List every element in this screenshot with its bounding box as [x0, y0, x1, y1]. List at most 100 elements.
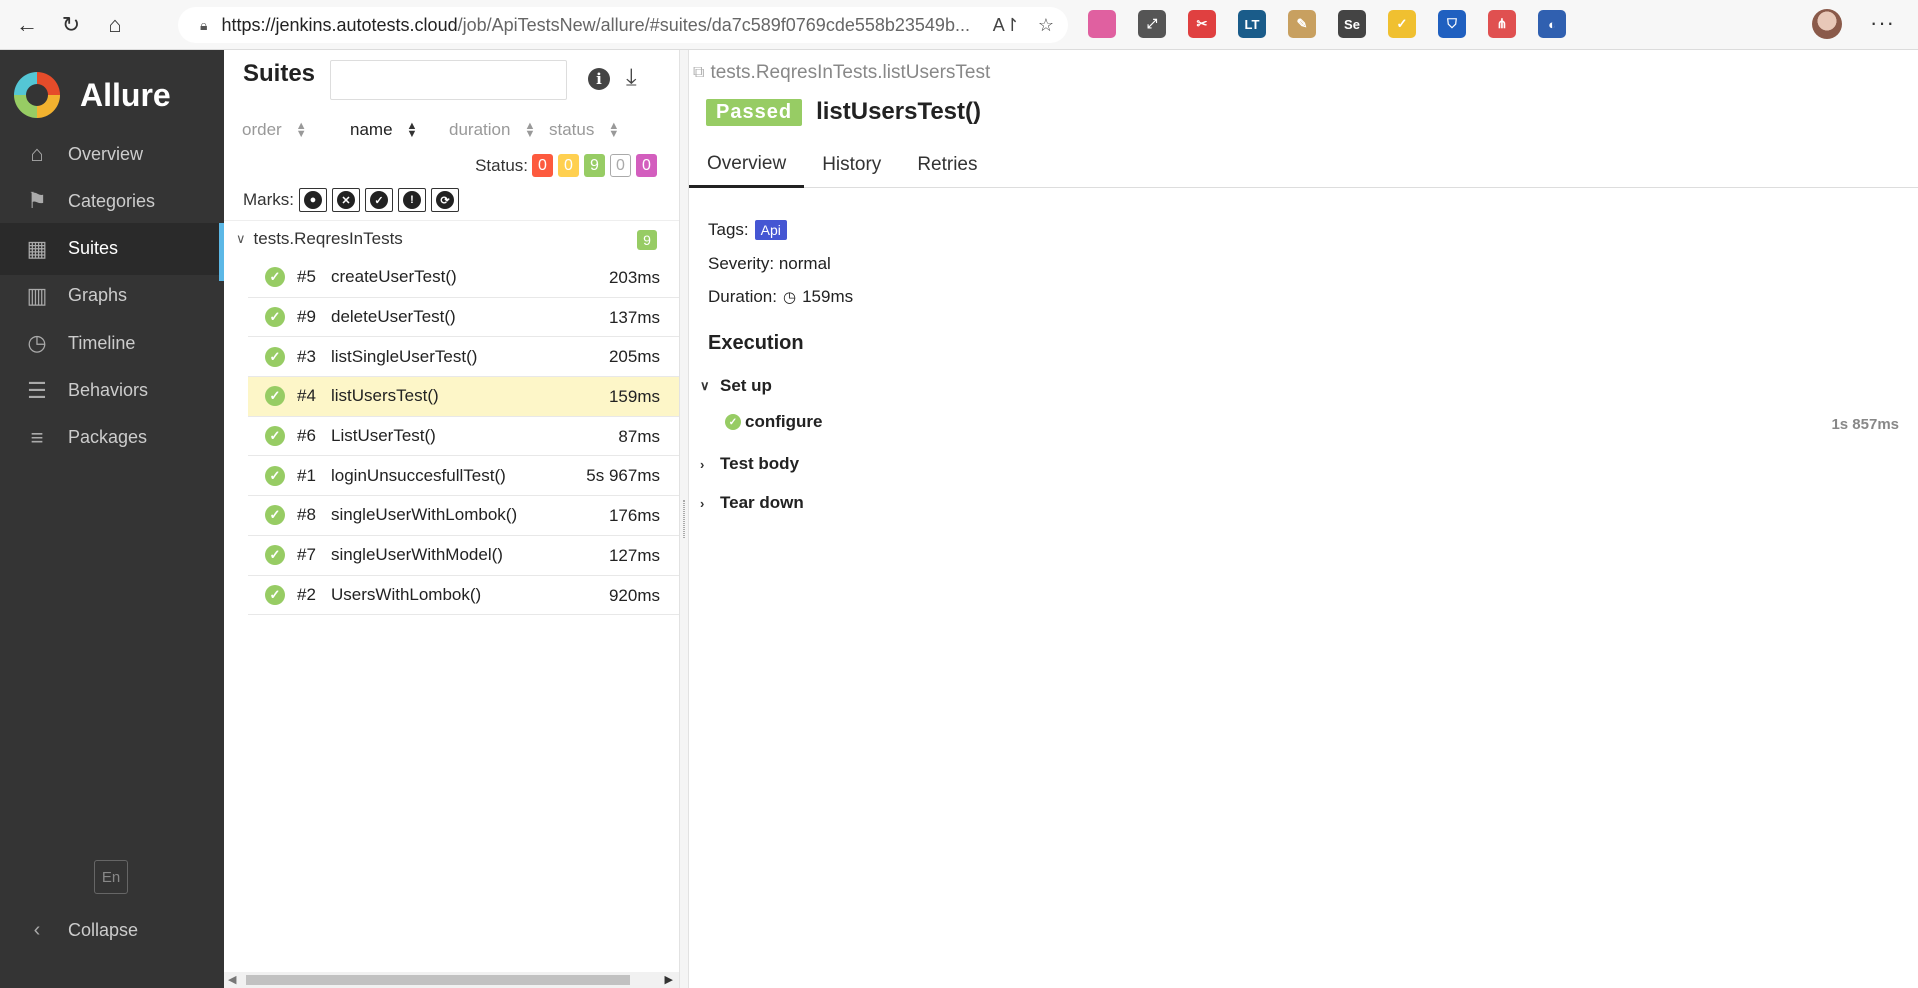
execution-title: Execution	[708, 332, 804, 354]
splitter-grip[interactable]	[683, 500, 685, 538]
table-row[interactable]: ✓ #9 deleteUserTest() 137ms	[248, 298, 679, 338]
new-broken-mark-toggle[interactable]: !	[398, 188, 426, 212]
tab-retries[interactable]: Retries	[899, 142, 995, 188]
url-text[interactable]: https://jenkins.autotests.cloud/job/ApiT…	[221, 15, 970, 36]
status-label: Status:	[475, 155, 528, 175]
table-row[interactable]: ✓ #1 loginUnsuccesfullTest() 5s 967ms	[248, 456, 679, 497]
sidebar-item-label: Graphs	[68, 285, 128, 306]
resize-ext-icon[interactable]: ⤢	[1138, 10, 1166, 38]
test-order: #3	[297, 346, 316, 366]
lt-ext-icon[interactable]: LT	[1238, 10, 1266, 38]
profile-avatar[interactable]	[1812, 9, 1842, 39]
sidebar-item-overview[interactable]: ⌂ Overview	[0, 128, 224, 180]
test-list: ✓ #5 createUserTest() 203ms ✓ #9 deleteUserTes…	[248, 258, 679, 616]
duration-field: Duration: ◷ 159ms	[708, 287, 853, 307]
scroll-thumb[interactable]	[246, 975, 630, 985]
breadcrumb: ⧉ tests.ReqresInTests.listUsersTest	[693, 62, 990, 84]
suite-group-header[interactable]: ∨ tests.ReqresInTests 9	[224, 220, 679, 256]
breadcrumb-text: tests.ReqresInTests.listUsersTest	[710, 62, 991, 83]
sidebar-item-packages[interactable]: ≡ Packages	[0, 412, 224, 464]
tree-ext-icon[interactable]: ⋔	[1488, 10, 1516, 38]
tag-badge[interactable]: Api	[754, 220, 787, 240]
reload-icon[interactable]: ↻	[54, 8, 88, 42]
collapse-button[interactable]: ‹ Collapse	[0, 910, 224, 950]
address-bar[interactable]: 🔒︎ https://jenkins.autotests.cloud/job/A…	[178, 7, 1068, 43]
step-tear-down[interactable]: › Tear down	[700, 493, 804, 513]
step-configure[interactable]: ✓ configure	[725, 412, 822, 432]
sort-order[interactable]: order ▲ ▼	[242, 120, 307, 140]
marks-filter: Marks: ● ✕ ✓! ⟳	[243, 188, 459, 212]
sidebar-item-graphs[interactable]: ▥ Graphs	[0, 270, 224, 322]
sidebar-item-label: Timeline	[68, 332, 136, 353]
table-row[interactable]: ✓ #7 singleUserWithModel() 127ms	[248, 536, 679, 576]
new-passed-mark-toggle[interactable]: ✓	[365, 188, 393, 212]
download-icon[interactable]: ⤓	[626, 64, 637, 92]
step-test-body[interactable]: › Test body	[700, 454, 799, 474]
clock-icon: ◷	[27, 330, 47, 356]
sort-label: status	[549, 120, 595, 139]
align-left-icon: ≡	[30, 424, 44, 450]
pane-splitter[interactable]	[679, 50, 689, 988]
status-unknown-toggle[interactable]: 0	[636, 154, 657, 177]
status-badge: Passed	[706, 98, 803, 126]
suites-title: Suites	[243, 60, 316, 87]
copy-icon[interactable]: ⧉	[693, 64, 704, 82]
sort-name[interactable]: name ▲ ▼	[350, 120, 417, 140]
flag-icon: ⚑	[27, 188, 47, 214]
home-icon[interactable]: ⌂	[98, 8, 132, 42]
color-ext-icon[interactable]	[1088, 10, 1116, 38]
katalon-ext-icon[interactable]: ✓	[1388, 10, 1416, 38]
back-icon[interactable]: ←	[10, 8, 44, 42]
suites-search-input[interactable]	[330, 60, 567, 100]
sidebar-item-label: Suites	[68, 238, 119, 259]
shield-ext-icon[interactable]: ⛉	[1438, 10, 1466, 38]
table-row[interactable]: ✓ #8 singleUserWithLombok() 176ms	[248, 496, 679, 536]
table-row[interactable]: ✓ #6 ListUserTest() 87ms	[248, 417, 679, 457]
tab-overview[interactable]: Overview	[689, 142, 805, 188]
horizontal-scrollbar[interactable]: ◀ ▶	[224, 972, 679, 988]
edge-ext-icon[interactable]: ◐	[1538, 10, 1566, 38]
sidebar-item-label: Overview	[68, 143, 144, 164]
sidebar-item-categories[interactable]: ⚑ Categories	[0, 175, 224, 227]
table-row[interactable]: ✓ #3 listSingleUserTest() 205ms	[248, 337, 679, 378]
table-row[interactable]: ✓ #5 createUserTest() 203ms	[248, 258, 679, 298]
selenium-ext-icon[interactable]: Se	[1338, 10, 1366, 38]
retries-mark-icon: ⟳	[436, 191, 454, 209]
table-row[interactable]: ✓ #4 listUsersTest() 159ms	[248, 377, 679, 417]
sidebar-item-suites[interactable]: ▦ Suites	[0, 222, 224, 281]
language-switch[interactable]: En	[94, 860, 128, 894]
table-row[interactable]: ✓ #2 UsersWithLombok() 920ms	[248, 576, 679, 616]
browser-toolbar: ← ↻ ⌂ 🔒︎ https://jenkins.autotests.cloud…	[0, 0, 1918, 50]
info-icon[interactable]: i	[588, 68, 610, 90]
tool-ext-icon[interactable]: ✂	[1188, 10, 1216, 38]
sort-duration[interactable]: duration ▲ ▼	[449, 120, 535, 140]
flaky-mark-toggle[interactable]: ●	[299, 188, 327, 212]
status-failed-toggle[interactable]: 0	[532, 154, 553, 177]
scroll-left-icon[interactable]: ◀	[228, 973, 236, 986]
favorite-add-icon[interactable]: ☆	[1038, 15, 1054, 36]
status-broken-toggle[interactable]: 0	[558, 154, 579, 177]
sort-status[interactable]: status ▲ ▼	[549, 120, 619, 140]
scroll-right-icon[interactable]: ▶	[665, 973, 673, 986]
sidebar-item-timeline[interactable]: ◷ Timeline	[0, 317, 224, 369]
step-set-up[interactable]: ∨ Set up	[700, 376, 772, 396]
collapse-label: Collapse	[68, 919, 139, 940]
status-passed-toggle[interactable]: 9	[584, 154, 605, 177]
note-ext-icon[interactable]: ✎	[1288, 10, 1316, 38]
chevron-right-icon: ›	[700, 456, 705, 472]
sidebar-item-behaviors[interactable]: ☰ Behaviors	[0, 365, 224, 417]
retries-mark-toggle[interactable]: ⟳	[431, 188, 459, 212]
test-name: loginUnsuccesfullTest()	[331, 465, 506, 485]
more-icon[interactable]: ···	[1870, 10, 1895, 36]
new-passed-mark-icon: ✓	[370, 191, 388, 209]
new-failed-mark-toggle[interactable]: ✕	[332, 188, 360, 212]
passed-icon: ✓	[265, 426, 285, 447]
tab-history[interactable]: History	[804, 142, 899, 188]
new-failed-mark-icon: ✕	[337, 191, 355, 209]
test-duration: 127ms	[608, 545, 660, 565]
passed-icon: ✓	[265, 505, 285, 526]
passed-icon: ✓	[265, 465, 285, 486]
lock-icon[interactable]: 🔒︎	[200, 17, 207, 34]
status-skipped-toggle[interactable]: 0	[610, 154, 631, 177]
read-aloud-icon[interactable]: A↾	[993, 15, 1020, 36]
